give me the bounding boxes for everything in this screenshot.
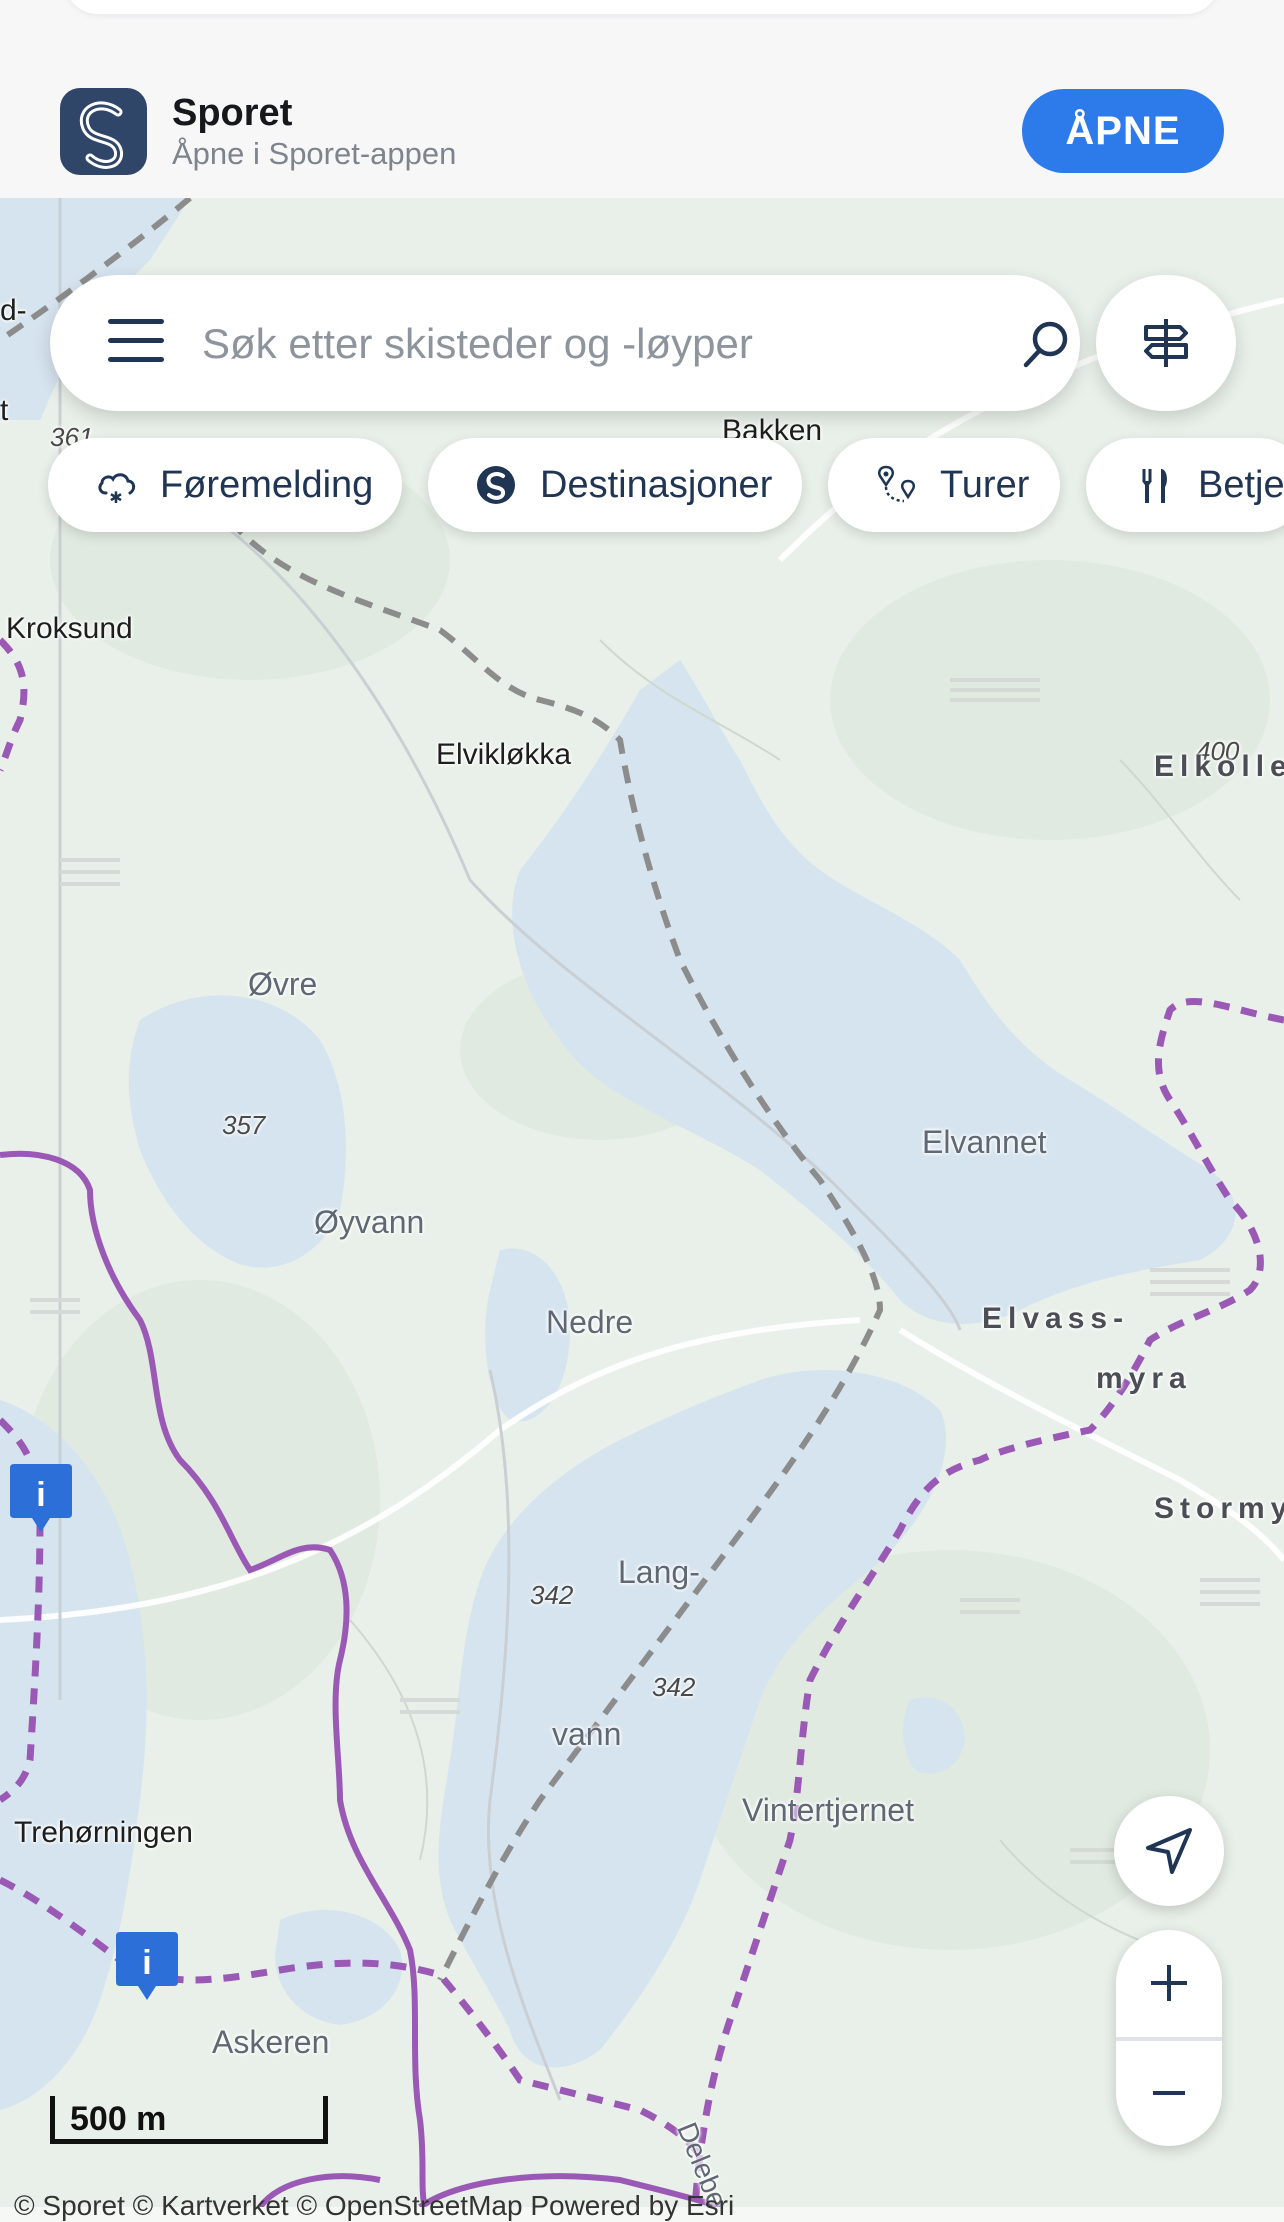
search-icon[interactable] xyxy=(1016,315,1076,375)
map-label-peak-357: 357 xyxy=(222,1110,266,1140)
map-label-vann: vann xyxy=(552,1716,622,1752)
map-label-elviklokka: Elvikløkka xyxy=(436,738,572,771)
map-label-trehorningen: Trehørningen xyxy=(14,1816,193,1849)
map-label-t: t xyxy=(0,394,9,427)
search-input[interactable] xyxy=(200,315,984,373)
route-planner-button[interactable] xyxy=(1096,275,1236,411)
zoom-control xyxy=(1116,1930,1222,2146)
signpost-icon xyxy=(1144,319,1188,367)
locate-me-button[interactable] xyxy=(1114,1796,1224,1906)
chip-label: Føremelding xyxy=(160,463,374,506)
minus-icon xyxy=(1153,2091,1185,2095)
map-label-lang: Lang- xyxy=(618,1554,700,1590)
route-pins-icon xyxy=(878,465,916,503)
map-label-elvass: Elvass- xyxy=(982,1302,1130,1335)
search-bar xyxy=(50,275,1080,411)
app-banner: Sporet Åpne i Sporet-appen ÅPNE xyxy=(0,0,1284,199)
chip-label: Destinasjoner xyxy=(540,463,773,506)
map-label-peak-342a: 342 xyxy=(530,1580,574,1610)
menu-icon[interactable] xyxy=(108,319,164,367)
map-label-askeren: Askeren xyxy=(212,2024,330,2060)
map-label-elvannet: Elvannet xyxy=(922,1124,1047,1160)
chip-destinasjoner[interactable]: Destinasjoner xyxy=(428,438,802,532)
info-marker-west[interactable]: i xyxy=(8,1460,74,1538)
sporet-app-icon xyxy=(60,88,147,175)
chip-label: Turer xyxy=(940,463,1030,506)
app-subtitle: Åpne i Sporet-appen xyxy=(172,136,457,171)
map-label-ovre: Øvre xyxy=(248,966,318,1002)
chip-label: Betje xyxy=(1198,463,1284,506)
map-label-vintertjernet: Vintertjernet xyxy=(742,1792,914,1828)
info-marker-trehorningen[interactable]: i xyxy=(114,1928,180,2006)
map-label-nedre: Nedre xyxy=(546,1304,634,1340)
svg-text:i: i xyxy=(142,1944,151,1982)
map-label-peak-342b: 342 xyxy=(652,1672,696,1702)
plus-icon xyxy=(1151,1965,1187,2001)
map-label-myra: myra xyxy=(1096,1362,1192,1395)
zoom-out-button[interactable] xyxy=(1116,2040,1222,2146)
app-name: Sporet xyxy=(172,92,293,134)
cloud-snow-icon: ✱ xyxy=(98,473,136,507)
location-arrow-icon xyxy=(1146,1828,1192,1874)
chip-foremelding[interactable]: ✱ Føremelding xyxy=(48,438,402,532)
svg-text:✱: ✱ xyxy=(109,488,122,507)
banner-sheet xyxy=(64,0,1220,14)
map-label-elkolle: Elkolle xyxy=(1154,750,1284,783)
fork-knife-icon xyxy=(1142,469,1167,503)
map-attribution[interactable]: © Sporet © Kartverket © OpenStreetMap Po… xyxy=(14,2190,734,2222)
map-label-d: d- xyxy=(0,294,27,327)
chip-turer[interactable]: Turer xyxy=(828,438,1060,532)
map-label-kroksund: Kroksund xyxy=(6,612,133,645)
open-app-button[interactable]: ÅPNE xyxy=(1022,89,1224,173)
zoom-in-button[interactable] xyxy=(1116,1930,1222,2036)
chip-betjening[interactable]: Betje xyxy=(1086,438,1284,532)
sporet-logo-icon xyxy=(477,466,515,504)
map-label-oyvann: Øyvann xyxy=(314,1204,425,1240)
svg-text:i: i xyxy=(36,1476,45,1514)
map-label-stormy: Stormy xyxy=(1154,1492,1284,1525)
scale-label: 500 m xyxy=(70,2100,167,2138)
